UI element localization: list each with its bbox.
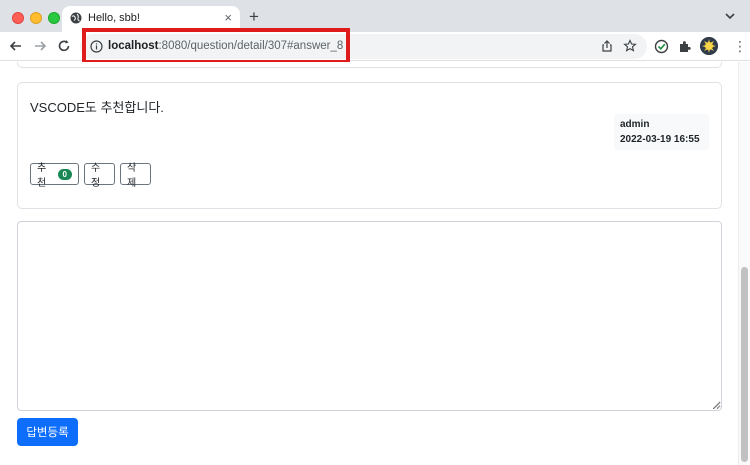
scrollbar-thumb[interactable] [741, 267, 748, 462]
share-icon[interactable] [600, 39, 614, 53]
page-content: VSCODE도 추천합니다. admin 2022-03-19 16:55 추천… [0, 62, 738, 465]
reload-icon[interactable] [56, 38, 72, 54]
tab-title: Hello, sbb! [88, 12, 140, 24]
minimize-window-button[interactable] [30, 12, 42, 24]
new-tab-button[interactable]: + [249, 8, 259, 25]
bookmark-star-icon[interactable] [623, 39, 637, 53]
profile-avatar[interactable] [700, 37, 718, 55]
close-window-button[interactable] [12, 12, 24, 24]
avatar-image [700, 37, 718, 55]
browser-menu-icon[interactable]: ⋮ [733, 38, 747, 54]
answer-card: VSCODE도 추천합니다. admin 2022-03-19 16:55 추천… [17, 82, 722, 209]
resize-grip-icon[interactable] [713, 402, 720, 409]
forward-arrow-icon[interactable] [32, 38, 48, 54]
url-highlight-box [82, 28, 350, 64]
chevron-down-icon[interactable] [724, 10, 736, 22]
globe-icon [70, 12, 82, 24]
answer-content-textarea[interactable] [17, 221, 722, 411]
maximize-window-button[interactable] [48, 12, 60, 24]
recommend-label: 추천 [37, 163, 47, 189]
answer-date: 2022-03-19 16:55 [620, 134, 700, 145]
back-arrow-icon[interactable] [8, 38, 24, 54]
answer-meta: admin 2022-03-19 16:55 [614, 114, 709, 150]
extension-check-icon[interactable] [654, 39, 669, 54]
vote-count-badge: 0 [57, 168, 72, 180]
recommend-button[interactable]: 추천 0 [30, 163, 79, 189]
answer-content: VSCODE도 추천합니다. [30, 100, 164, 115]
previous-card-bottom [17, 62, 722, 68]
answer-author: admin [620, 119, 650, 130]
modify-button[interactable]: 수정 [84, 163, 115, 189]
delete-button[interactable]: 삭제 [120, 163, 151, 189]
puzzle-extensions-icon[interactable] [677, 39, 692, 54]
page-scrollbar[interactable] [738, 62, 750, 465]
tab-close-icon[interactable]: × [224, 10, 232, 25]
submit-answer-button[interactable]: 답변등록 [17, 418, 78, 446]
